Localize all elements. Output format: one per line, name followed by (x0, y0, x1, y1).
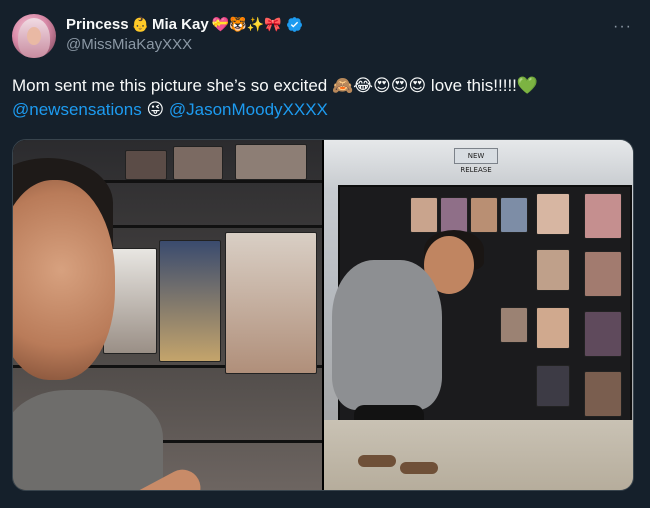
dvd-cover (440, 197, 468, 233)
verified-badge-icon (287, 16, 303, 32)
name-emojis: 💝🐯✨🎀 (211, 16, 282, 32)
dvd-cover (173, 146, 223, 180)
tweet-emojis-1: 🙈😂😍😍😍 (332, 76, 427, 95)
dvd-cover (500, 307, 528, 343)
display-name-2[interactable]: Mia Kay (152, 16, 209, 33)
avatar[interactable] (12, 14, 56, 58)
tweet-text-line-2: @newsensations 😜 @JasonMoodyXXXX (12, 98, 638, 122)
dvd-cover (584, 193, 622, 239)
tweet-text-part-1: Mom sent me this picture she’s so excite… (12, 76, 332, 95)
tweet-text: Mom sent me this picture she’s so excite… (12, 74, 638, 122)
winking-tongue-emoji: 😜 (141, 100, 169, 119)
sandal (358, 455, 396, 467)
new-release-sign: NEW RELEASE (454, 148, 498, 174)
dvd-cover (500, 197, 528, 233)
sandal (400, 462, 438, 474)
dvd-cover (584, 371, 622, 417)
tweet-text-line-1: Mom sent me this picture she’s so excite… (12, 74, 638, 98)
photo-right[interactable]: NEW RELEASE (324, 140, 633, 490)
person-face (13, 180, 115, 380)
user-handle[interactable]: @MissMiaKayXXX (66, 36, 303, 53)
avatar-face (27, 27, 41, 45)
green-heart-emoji: 💚 (516, 76, 539, 95)
dvd-cover (536, 307, 570, 349)
dvd-cover (536, 249, 570, 291)
dvd-cover (536, 193, 570, 235)
baby-emoji: 👶 (131, 16, 149, 32)
display-name-row[interactable]: Princess 👶 Mia Kay 💝🐯✨🎀 (66, 14, 303, 34)
tweet-card: Princess 👶 Mia Kay 💝🐯✨🎀 @MissMiaKayXXX ·… (0, 0, 650, 508)
photo-left[interactable] (13, 140, 322, 490)
dvd-cover (225, 232, 317, 374)
tweet-text-part-2: love this!!!!! (426, 76, 517, 95)
tweet-header: Princess 👶 Mia Kay 💝🐯✨🎀 @MissMiaKayXXX (66, 14, 303, 53)
person-body (13, 390, 163, 490)
dvd-cover (584, 251, 622, 297)
media-grid: NEW RELEASE (12, 139, 634, 491)
dvd-cover (410, 197, 438, 233)
mention-jasonmoody[interactable]: @JasonMoodyXXXX (169, 100, 328, 119)
mention-newsensations[interactable]: @newsensations (12, 100, 142, 119)
dvd-cover (536, 365, 570, 407)
more-options-icon[interactable]: ··· (613, 18, 632, 36)
display-name[interactable]: Princess (66, 16, 129, 33)
dvd-cover (159, 240, 221, 362)
dvd-cover (125, 150, 167, 180)
dvd-cover (584, 311, 622, 357)
person-body (332, 260, 442, 410)
dvd-cover (235, 144, 307, 180)
dvd-cover (470, 197, 498, 233)
